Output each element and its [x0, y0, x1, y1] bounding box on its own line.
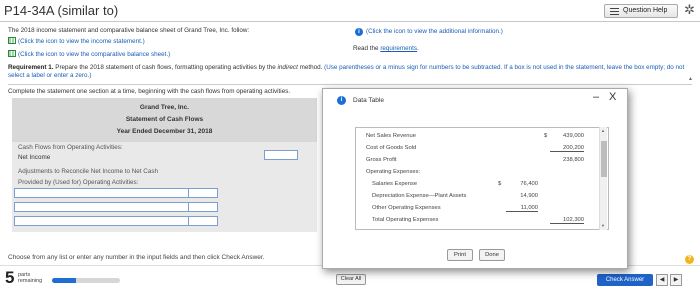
- statement-name: Statement of Cash Flows: [125, 116, 204, 123]
- balance-sheet-link[interactable]: (Click the icon to view the comparative …: [8, 50, 170, 58]
- net-income-input[interactable]: [264, 150, 298, 160]
- adjustment-input[interactable]: [188, 202, 218, 212]
- hint-text: Choose from any list or enter any number…: [8, 254, 265, 261]
- parts-count: 5: [5, 268, 15, 287]
- income-statement-link[interactable]: (Click the icon to view the income state…: [8, 37, 145, 45]
- adjustment-select[interactable]: [14, 202, 192, 212]
- row-label: Cost of Goods Sold: [366, 145, 417, 151]
- row-label: Operating Expenses:: [366, 169, 421, 175]
- next-button[interactable]: ▶: [670, 274, 682, 286]
- adjustment-input[interactable]: [188, 188, 218, 198]
- list-icon: [610, 8, 619, 15]
- row-total: 102,300: [550, 217, 584, 224]
- dollar-sign: $: [544, 133, 548, 139]
- close-icon[interactable]: X: [609, 91, 616, 103]
- scroll-thumb[interactable]: [601, 141, 607, 177]
- read-requirements: Read the requirements.: [353, 45, 419, 52]
- row-label: Salaries Expense: [372, 181, 418, 187]
- dollar-sign: $: [498, 181, 502, 187]
- statement-period: Year Ended December 31, 2018: [116, 128, 213, 135]
- instruction-text: Complete the statement one section at a …: [8, 88, 291, 95]
- row-label: Other Operating Expenses: [372, 205, 441, 211]
- adjustment-input[interactable]: [188, 216, 218, 226]
- intro-text: The 2018 income statement and comparativ…: [8, 27, 250, 34]
- info-icon: i: [337, 96, 346, 105]
- help-icon[interactable]: ?: [685, 255, 694, 264]
- requirements-link[interactable]: requirements: [380, 45, 417, 52]
- scroll-up-icon[interactable]: ▲: [688, 76, 693, 82]
- row-total: 200,200: [550, 145, 584, 152]
- parts-label: parts remaining: [18, 272, 43, 284]
- row-total: 439,000: [563, 133, 584, 139]
- requirement-text: Requirement 1. Prepare the 2018 statemen…: [8, 64, 685, 79]
- adjustment-select[interactable]: [14, 188, 192, 198]
- modal-title: Data Table: [353, 97, 384, 104]
- spreadsheet-icon: [8, 37, 16, 44]
- cfo-heading: Cash Flows from Operating Activities:: [18, 144, 123, 151]
- top-bar: P14-34A (similar to) Question Help ✲: [0, 0, 700, 22]
- row-value: 14,900: [520, 193, 538, 199]
- info-icon[interactable]: i: [355, 28, 363, 36]
- divider: [8, 84, 692, 85]
- row-label: Gross Profit: [366, 157, 397, 163]
- page-title: P14-34A (similar to): [4, 3, 119, 18]
- progress-fill: [52, 278, 76, 283]
- done-button[interactable]: Done: [479, 249, 505, 261]
- check-answer-button[interactable]: Check Answer: [597, 274, 653, 286]
- prev-button[interactable]: ◀: [656, 274, 668, 286]
- data-table: Net Sales Revenue $439,000 Cost of Goods S…: [355, 127, 609, 230]
- row-label: Total Operating Expenses: [372, 217, 439, 223]
- row-label: Depreciation Expense—Plant Assets: [372, 193, 467, 199]
- adjustments-label: Adjustments to Reconcile Net Income to N…: [18, 168, 158, 175]
- company-name: Grand Tree, Inc.: [139, 104, 190, 111]
- minimize-icon[interactable]: –: [593, 91, 599, 103]
- net-income-label: Net Income: [18, 154, 51, 161]
- question-help-button[interactable]: Question Help: [604, 4, 678, 18]
- row-label: Net Sales Revenue: [366, 133, 416, 139]
- row-value: 76,400: [520, 181, 538, 187]
- provided-label: Provided by (Used for) Operating Activit…: [18, 179, 139, 186]
- statement-header: Grand Tree, Inc. Statement of Cash Flows…: [12, 98, 317, 142]
- question-help-label: Question Help: [623, 7, 668, 14]
- table-scrollbar[interactable]: ▲ ▼: [599, 127, 607, 230]
- scroll-down-icon[interactable]: ▼: [601, 223, 605, 228]
- row-value: 11,000: [506, 205, 538, 212]
- clear-all-button[interactable]: Clear All: [336, 274, 366, 285]
- spreadsheet-icon: [8, 50, 16, 57]
- progress-bar: [52, 278, 120, 283]
- additional-info-link[interactable]: (Click the icon to view the additional i…: [366, 28, 503, 35]
- data-table-modal: i Data Table – X Net Sales Revenue $439,0…: [322, 88, 628, 269]
- row-total: 238,800: [563, 157, 584, 163]
- adjustment-select[interactable]: [14, 216, 192, 226]
- scroll-up-icon[interactable]: ▲: [601, 128, 605, 133]
- gear-icon[interactable]: ✲: [684, 2, 695, 18]
- print-button[interactable]: Print: [447, 249, 473, 261]
